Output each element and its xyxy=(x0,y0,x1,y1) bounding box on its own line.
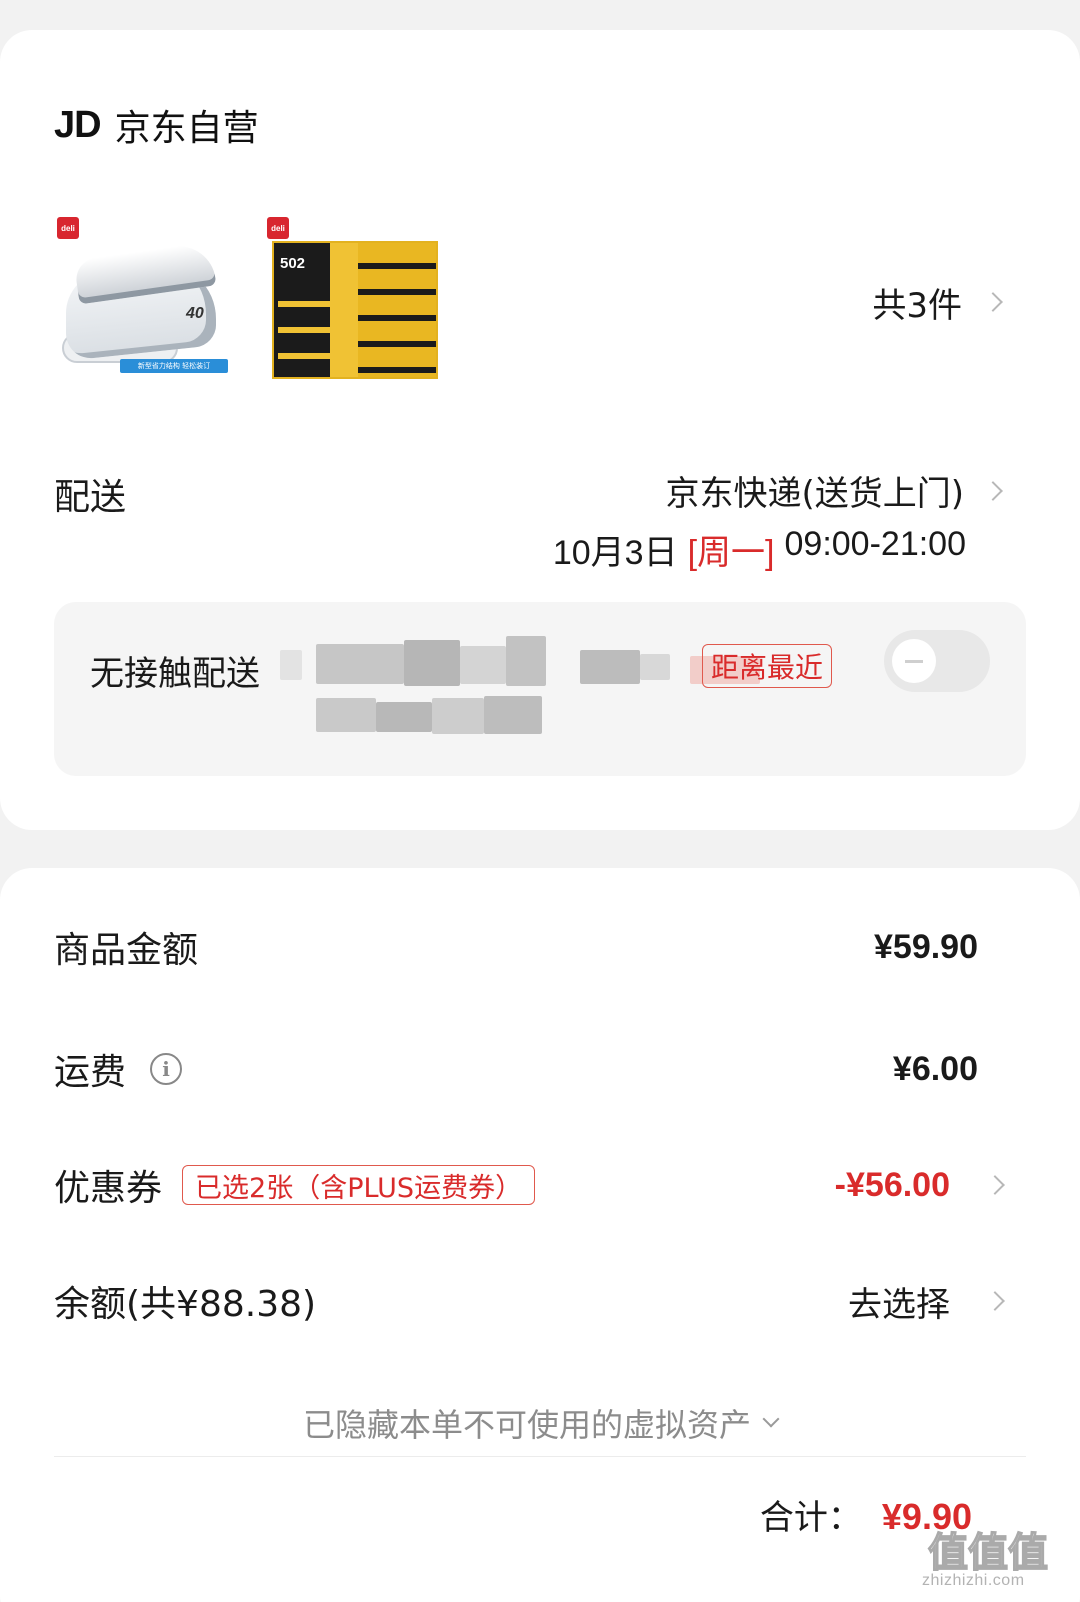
chevron-right-icon xyxy=(985,1175,1005,1195)
chevron-right-icon xyxy=(983,292,1003,312)
contactless-delivery-panel: 无接触配送 距离最近 xyxy=(54,602,1026,776)
deli-brand-badge: deli xyxy=(57,217,79,239)
hidden-assets-text: 已隐藏本单不可使用的虚拟资产 xyxy=(302,1406,751,1444)
glue-tubes-column xyxy=(354,243,436,377)
redacted-address-pixel xyxy=(316,698,376,732)
glue-card-center-strip xyxy=(330,243,358,377)
goods-amount-row: 商品金额 ¥59.90 xyxy=(54,922,1026,972)
shipping-fee-row: 运费 i ¥6.00 xyxy=(54,1044,1026,1094)
info-icon[interactable]: i xyxy=(150,1053,183,1085)
delivery-label: 配送 xyxy=(54,477,127,518)
contactless-label: 无接触配送 xyxy=(90,654,260,694)
shipping-fee-text: 运费 xyxy=(54,1052,127,1093)
redacted-address-pixel xyxy=(316,644,404,684)
redacted-address-pixel xyxy=(506,636,546,686)
chevron-right-icon xyxy=(983,480,1003,501)
minus-icon xyxy=(905,659,923,663)
stapler-promo-strip: 新型省力结构 轻松装订 xyxy=(120,359,228,373)
glue-tube-row xyxy=(278,327,330,333)
contactless-toggle[interactable] xyxy=(884,630,990,692)
coupon-selected-tag: 已选2张（含PLUS运费券） xyxy=(182,1165,536,1205)
site-watermark: 值值值 zhizhizhi.com xyxy=(918,1520,1068,1596)
glue-tube-row xyxy=(278,353,330,359)
balance-label: 余额(共¥88.38) xyxy=(54,1275,316,1327)
redacted-address-pixel xyxy=(484,696,542,734)
glue-pack-image: 502 xyxy=(272,241,438,379)
shop-header: JD 京东自营 xyxy=(54,100,259,150)
product-thumbnails[interactable]: deli 40 新型省力结构 轻松装订 deli 502 xyxy=(54,213,444,393)
glue-model-label: 502 xyxy=(280,255,306,272)
shipping-fee-value: ¥6.00 xyxy=(892,1049,978,1088)
redacted-address-pixel xyxy=(460,646,506,684)
delivery-method-selector[interactable]: 京东快递(送货上门) xyxy=(665,466,1003,515)
glue-tube-row xyxy=(278,301,330,307)
coupon-text: 优惠券 xyxy=(54,1168,163,1209)
balance-text: 余额(共¥88.38) xyxy=(54,1284,317,1325)
redacted-address-pixel xyxy=(432,698,484,734)
goods-amount-label: 商品金额 xyxy=(54,921,198,973)
stapler-model-label: 40 xyxy=(186,305,204,322)
item-count-label: 共3件 xyxy=(872,285,962,326)
product-thumb-stapler[interactable]: deli 40 新型省力结构 轻松装订 xyxy=(54,213,234,393)
redacted-address-pixel xyxy=(376,702,432,732)
product-thumb-glue[interactable]: deli 502 xyxy=(264,213,444,393)
redacted-address-pixel xyxy=(640,654,670,680)
watermark-brand-text: 值值值 xyxy=(927,1529,1049,1577)
redacted-address-pixel xyxy=(580,650,640,684)
delivery-method-text: 京东快递(送货上门) xyxy=(665,474,964,514)
redacted-address-pixel xyxy=(280,650,302,680)
shop-name: 京东自营 xyxy=(114,108,259,149)
item-count-link[interactable]: 共3件 xyxy=(872,280,1003,326)
balance-row[interactable]: 余额(共¥88.38) 去选择 xyxy=(54,1276,1026,1326)
total-label: 合计： xyxy=(759,1498,862,1538)
watermark-url: zhizhizhi.com xyxy=(922,1572,1025,1589)
delivery-weekday: [周一] xyxy=(687,534,775,572)
goods-amount-text: 商品金额 xyxy=(54,930,199,971)
delivery-time[interactable]: 10月3日 [周一] 09:00-21:00 xyxy=(553,525,966,574)
chevron-down-icon xyxy=(762,1410,780,1428)
toggle-knob xyxy=(892,639,936,683)
watermark-logo: 值值值 xyxy=(927,1520,1049,1578)
chevron-right-icon xyxy=(985,1291,1005,1311)
divider xyxy=(54,1456,1026,1457)
jd-logo: JD xyxy=(54,103,102,146)
balance-select-action: 去选择 xyxy=(848,1284,950,1325)
order-confirm-page: JD 京东自营 deli 40 新型省力结构 轻松装订 deli 502 共3件… xyxy=(0,0,1080,1602)
order-info-card: JD 京东自营 deli 40 新型省力结构 轻松装订 deli 502 共3件… xyxy=(0,30,1080,830)
nearest-address-tag: 距离最近 xyxy=(702,644,833,688)
deli-brand-badge: deli xyxy=(267,217,289,239)
delivery-date: 10月3日 xyxy=(552,534,678,572)
coupon-row[interactable]: 优惠券 已选2张（含PLUS运费券） -¥56.00 xyxy=(54,1160,1026,1210)
goods-amount-value: ¥59.90 xyxy=(874,927,978,966)
delivery-time-window: 09:00-21:00 xyxy=(784,525,967,563)
coupon-label: 优惠券 xyxy=(54,1159,162,1211)
hidden-assets-toggle[interactable]: 已隐藏本单不可使用的虚拟资产 xyxy=(0,1400,1080,1446)
coupon-discount-value: -¥56.00 xyxy=(834,1165,950,1204)
redacted-address-pixel xyxy=(404,640,460,686)
shipping-fee-label: 运费 i xyxy=(54,1043,183,1095)
